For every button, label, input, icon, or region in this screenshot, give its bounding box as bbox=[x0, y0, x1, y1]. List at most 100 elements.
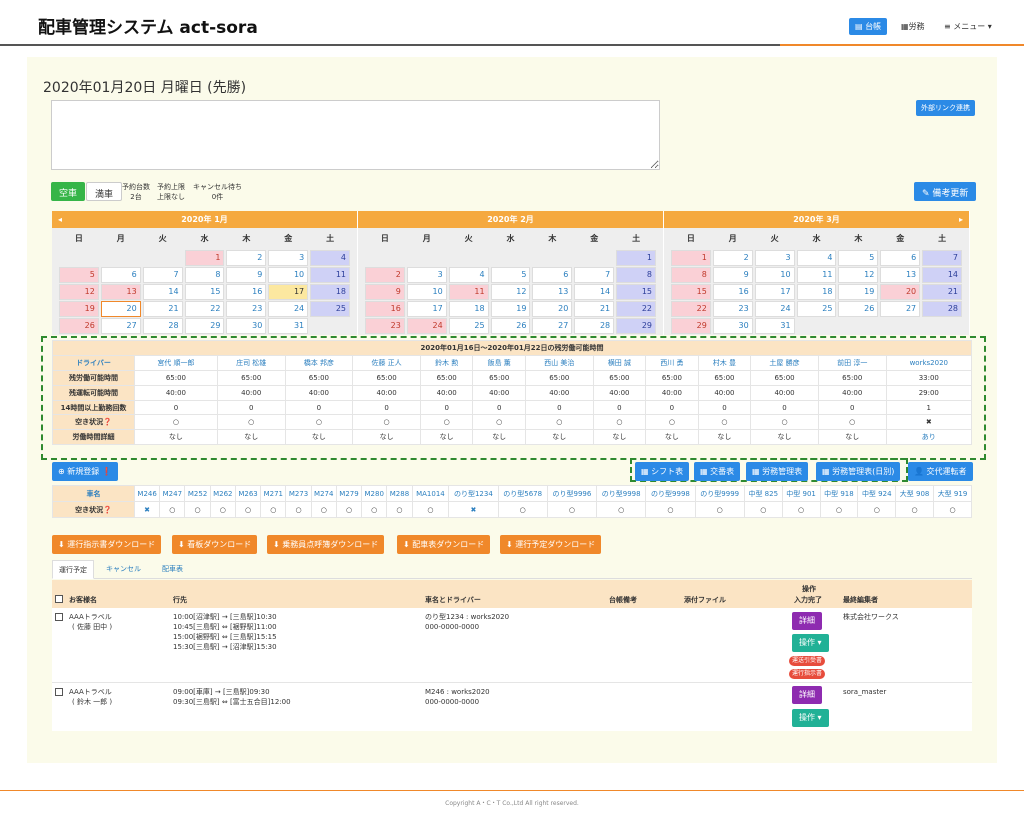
calendar-day[interactable]: 26 bbox=[59, 318, 99, 334]
external-link-button[interactable]: 外部リンク連携 bbox=[916, 100, 975, 116]
calendar-day[interactable]: 29 bbox=[671, 318, 711, 334]
calendar-day[interactable]: 1 bbox=[184, 250, 225, 266]
calendar-day[interactable]: 11 bbox=[796, 267, 837, 283]
row-checkbox[interactable] bbox=[55, 613, 63, 621]
labor-daily-button[interactable]: ▦ 労務管理表(日別) bbox=[816, 462, 901, 481]
calendar-day[interactable]: 23 bbox=[712, 301, 753, 317]
labor-detail[interactable]: なし bbox=[472, 429, 526, 446]
vehicle-name[interactable]: M263 bbox=[234, 485, 262, 502]
vehicle-name[interactable]: MA1014 bbox=[411, 485, 450, 502]
vehicle-name[interactable]: 中型 825 bbox=[743, 485, 783, 502]
download-dispatch-button[interactable]: ⬇ 配車表ダウンロード bbox=[397, 535, 491, 554]
download-rollcall-button[interactable]: ⬇ 乗務員点呼簿ダウンロード bbox=[267, 535, 385, 554]
calendar-day[interactable]: 28 bbox=[574, 318, 615, 334]
operation-dropdown-button[interactable]: 操作 ▾ bbox=[792, 709, 829, 727]
calendar-day[interactable]: 4 bbox=[310, 250, 351, 266]
calendar-day[interactable]: 1 bbox=[671, 250, 711, 266]
calendar-day[interactable]: 26 bbox=[490, 318, 531, 334]
memo-textarea[interactable] bbox=[51, 100, 660, 170]
calendar-day[interactable]: 7 bbox=[922, 250, 963, 266]
vehicle-name[interactable]: のり型9998 bbox=[596, 485, 647, 502]
labor-table-button[interactable]: ▦ 労務管理表 bbox=[746, 462, 809, 481]
calendar-day[interactable]: 27 bbox=[532, 318, 573, 334]
calendar-day[interactable]: 16 bbox=[712, 284, 753, 300]
vehicle-name[interactable]: M252 bbox=[184, 485, 211, 502]
vehicle-name[interactable]: のり型9996 bbox=[546, 485, 598, 502]
tab-dispatch[interactable]: 配車表 bbox=[156, 560, 189, 579]
download-schedule-button[interactable]: ⬇ 運行予定ダウンロード bbox=[500, 535, 602, 554]
calendar-day[interactable]: 27 bbox=[880, 301, 921, 317]
tab-cancel[interactable]: キャンセル bbox=[100, 560, 147, 579]
calendar-day[interactable]: 12 bbox=[59, 284, 99, 300]
shift-table-button[interactable]: ▦ シフト表 bbox=[635, 462, 690, 481]
vehicle-name[interactable]: M280 bbox=[361, 485, 388, 502]
substitute-driver-button[interactable]: 👤 交代運転者 bbox=[908, 462, 973, 481]
vehicle-name[interactable]: M279 bbox=[335, 485, 363, 502]
calendar-day[interactable]: 9 bbox=[712, 267, 753, 283]
vehicle-name[interactable]: M271 bbox=[260, 485, 287, 502]
calendar-day[interactable]: 18 bbox=[796, 284, 837, 300]
calendar-day[interactable]: 22 bbox=[184, 301, 225, 317]
calendar-day[interactable]: 24 bbox=[268, 301, 309, 317]
calendar-day[interactable]: 24 bbox=[754, 301, 795, 317]
calendar-day[interactable]: 18 bbox=[310, 284, 351, 300]
calendar-day[interactable]: 13 bbox=[880, 267, 921, 283]
calendar-day[interactable]: 6 bbox=[100, 267, 141, 283]
calendar-day[interactable]: 11 bbox=[448, 284, 489, 300]
calendar-day[interactable]: 19 bbox=[59, 301, 99, 317]
calendar-day[interactable]: 9 bbox=[365, 284, 405, 300]
calendar-day[interactable]: 7 bbox=[574, 267, 615, 283]
calendar-day[interactable]: 20 bbox=[880, 284, 921, 300]
prev-month-icon[interactable]: ◂ bbox=[58, 211, 62, 228]
driver-name[interactable]: 飯島 薫 bbox=[472, 354, 526, 371]
calendar-day[interactable]: 14 bbox=[142, 284, 183, 300]
driver-name[interactable]: 橋本 邦彦 bbox=[284, 354, 354, 371]
empty-vehicle-button[interactable]: 空車 bbox=[51, 182, 86, 201]
calendar-day[interactable]: 23 bbox=[365, 318, 405, 334]
calendar-day[interactable]: 2 bbox=[226, 250, 267, 266]
calendar-day[interactable]: 25 bbox=[448, 318, 489, 334]
calendar-day[interactable]: 21 bbox=[142, 301, 183, 317]
calendar-day[interactable]: 9 bbox=[226, 267, 267, 283]
driver-name[interactable]: 鈴木 勲 bbox=[419, 354, 474, 371]
calendar-day[interactable]: 16 bbox=[365, 301, 405, 317]
calendar-day[interactable]: 10 bbox=[268, 267, 309, 283]
labor-detail[interactable]: なし bbox=[216, 429, 286, 446]
calendar-day[interactable]: 3 bbox=[754, 250, 795, 266]
nav-menu-button[interactable]: ≡ メニュー ▾ bbox=[938, 18, 998, 35]
calendar-day[interactable]: 28 bbox=[922, 301, 963, 317]
next-month-icon[interactable]: ▸ bbox=[959, 211, 963, 228]
vehicle-name[interactable]: 大型 919 bbox=[932, 485, 973, 502]
detail-button[interactable]: 詳細 bbox=[792, 612, 822, 630]
driver-name[interactable]: 佐藤 正人 bbox=[352, 354, 421, 371]
calendar-day[interactable]: 22 bbox=[671, 301, 711, 317]
labor-detail[interactable]: なし bbox=[134, 429, 218, 446]
driver-name[interactable]: 西川 勇 bbox=[645, 354, 699, 371]
calendar-day[interactable]: 15 bbox=[616, 284, 657, 300]
calendar-day[interactable]: 21 bbox=[574, 301, 615, 317]
new-registration-button[interactable]: ⊕ 新規登録 ❗ bbox=[52, 462, 118, 481]
calendar-day[interactable]: 12 bbox=[838, 267, 879, 283]
calendar-day[interactable]: 15 bbox=[184, 284, 225, 300]
calendar-day[interactable]: 25 bbox=[310, 301, 351, 317]
calendar-day[interactable]: 16 bbox=[226, 284, 267, 300]
calendar-day[interactable]: 3 bbox=[406, 267, 447, 283]
calendar-day[interactable]: 20 bbox=[532, 301, 573, 317]
calendar-day[interactable]: 15 bbox=[671, 284, 711, 300]
calendar-day[interactable]: 13 bbox=[100, 284, 141, 300]
calendar-day[interactable]: 31 bbox=[754, 318, 795, 334]
vehicle-name[interactable]: M247 bbox=[159, 485, 186, 502]
vehicle-name[interactable]: M246 bbox=[133, 485, 161, 502]
calendar-day[interactable]: 19 bbox=[490, 301, 531, 317]
driver-name[interactable]: 土屋 勝彦 bbox=[750, 354, 819, 371]
labor-detail[interactable]: あり bbox=[885, 429, 973, 446]
calendar-day[interactable]: 24 bbox=[406, 318, 447, 334]
driver-name[interactable]: 西山 美治 bbox=[524, 354, 594, 371]
row-checkbox[interactable] bbox=[55, 688, 63, 696]
driver-name[interactable]: 横田 誠 bbox=[592, 354, 647, 371]
calendar-day[interactable]: 31 bbox=[268, 318, 309, 334]
calendar-day[interactable]: 8 bbox=[616, 267, 657, 283]
calendar-day[interactable]: 8 bbox=[671, 267, 711, 283]
labor-detail[interactable]: なし bbox=[645, 429, 699, 446]
calendar-day[interactable]: 6 bbox=[532, 267, 573, 283]
